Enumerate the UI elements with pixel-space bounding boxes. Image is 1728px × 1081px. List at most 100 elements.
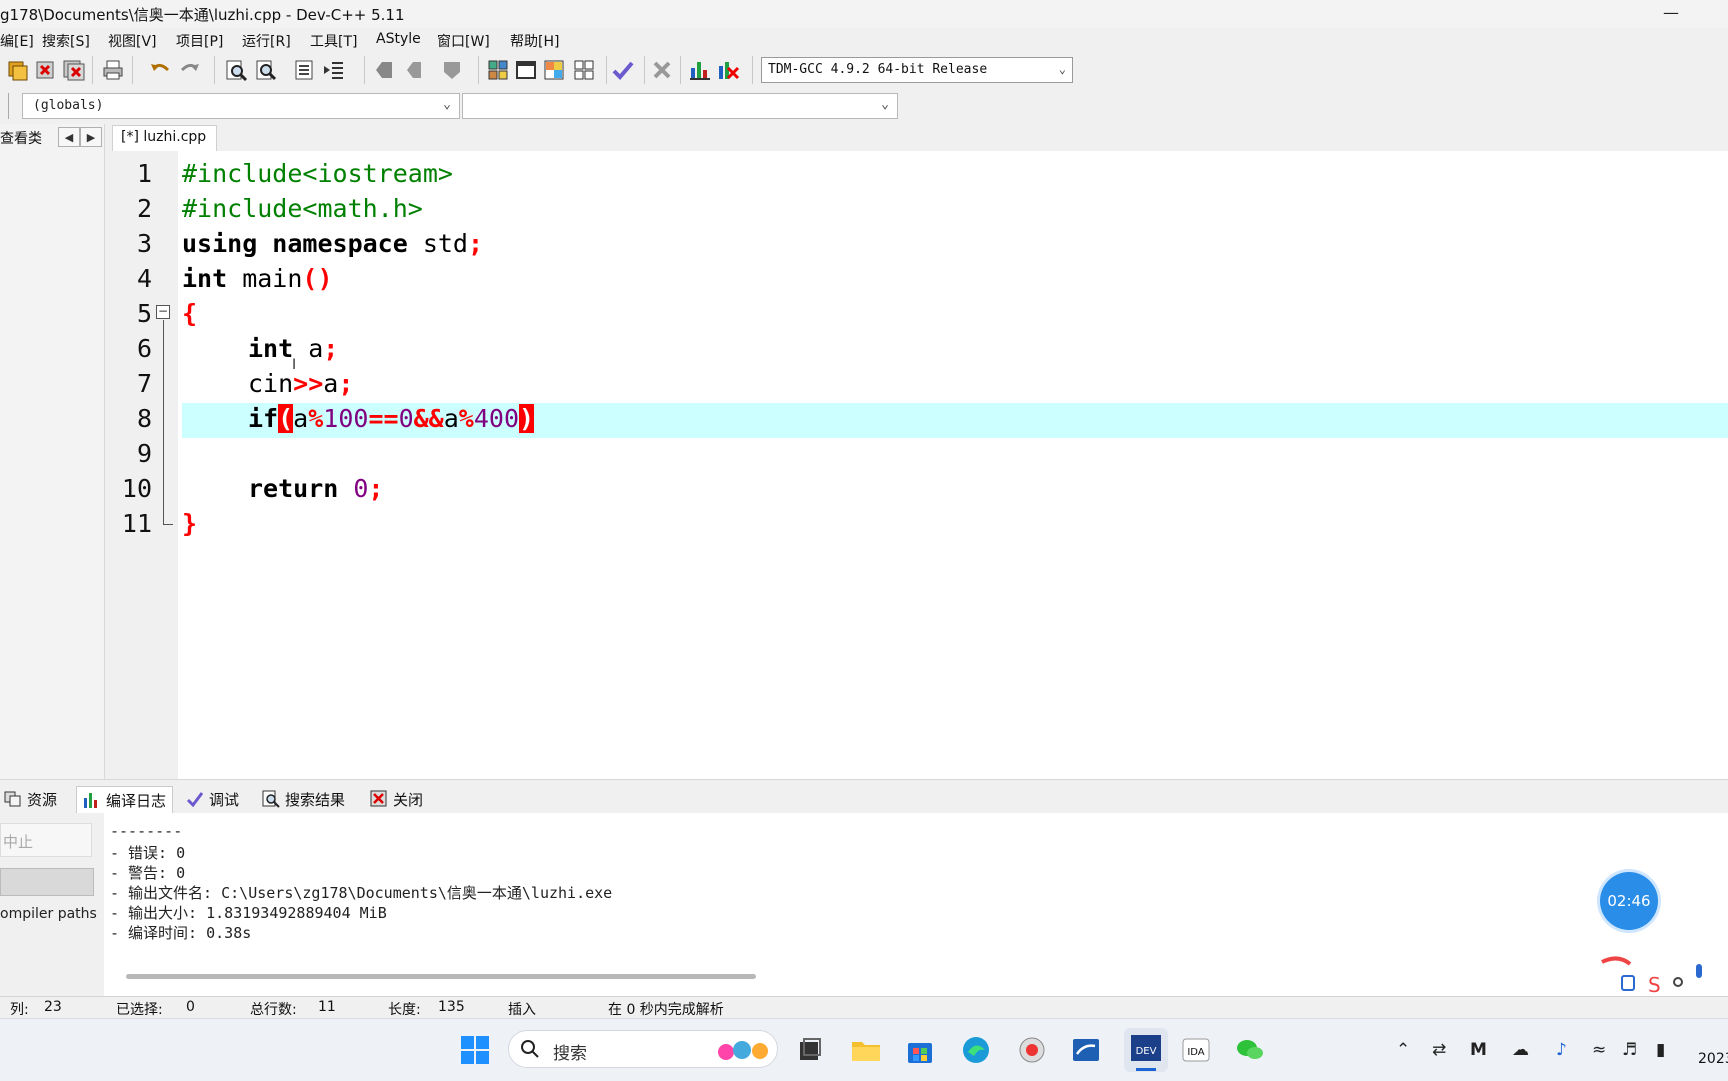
layout-icon[interactable] [542, 58, 566, 82]
tray-m-icon[interactable]: M [1470, 1040, 1487, 1060]
save-all-icon[interactable] [6, 58, 30, 82]
recording-timer[interactable]: 02:46 [1600, 872, 1658, 930]
devcpp-taskbar-button[interactable]: DEV [1124, 1028, 1168, 1072]
undo-icon[interactable] [148, 58, 172, 82]
abort-compile-button[interactable]: 中止 [0, 823, 92, 857]
start-button[interactable] [459, 1034, 491, 1066]
tile-icon[interactable] [572, 58, 596, 82]
redo-icon[interactable] [178, 58, 202, 82]
tray-overflow-icon[interactable]: ⌃ [1396, 1040, 1410, 1060]
whiteboard-icon[interactable] [1070, 1034, 1102, 1066]
code-token: int [182, 264, 228, 293]
menu-astyle[interactable]: AStyle [376, 31, 421, 47]
status-selected-label: 已选择: [116, 1002, 163, 1018]
line-number: 10 [121, 474, 152, 503]
tab-search-results[interactable]: 搜索结果 [262, 786, 345, 812]
file-explorer-icon[interactable] [850, 1034, 882, 1066]
close-file-icon[interactable] [34, 58, 58, 82]
code-line-11: } [182, 509, 197, 538]
log-horizontal-scrollbar[interactable] [126, 974, 756, 979]
goto-line-icon[interactable] [292, 58, 316, 82]
fold-guide [163, 320, 164, 524]
menu-tools[interactable]: 工具[T] [310, 31, 357, 51]
code-token: #include<iostream> [182, 159, 453, 188]
code-token: a [443, 404, 459, 433]
task-view-icon[interactable] [794, 1034, 826, 1066]
tray-transfer-icon[interactable]: ⇄ [1432, 1040, 1446, 1060]
line-number: 4 [136, 264, 152, 293]
tab-scroll-right-button[interactable]: ▶ [80, 127, 102, 147]
code-line-8: if(a%100==0&&a%400) [248, 404, 535, 433]
menu-search[interactable]: 搜索[S] [42, 31, 90, 51]
code-line-7: cin>>a; [248, 369, 353, 398]
tab-close[interactable]: 关闭 [370, 786, 423, 812]
recorder-icon[interactable] [1016, 1034, 1048, 1066]
svg-text:DEV: DEV [1136, 1046, 1157, 1057]
taskbar-clock[interactable]: 2023 [1698, 1051, 1728, 1067]
line-number: 9 [136, 439, 152, 468]
replace-icon[interactable] [254, 58, 278, 82]
tab-debug[interactable]: 调试 [186, 786, 239, 812]
window-title: g178\Documents\信奥一本通\luzhi.cpp - Dev-C++… [0, 6, 405, 24]
fold-toggle-icon[interactable]: − [156, 305, 170, 319]
bookmark-next-icon[interactable] [401, 58, 425, 82]
microsoft-store-icon[interactable] [904, 1034, 936, 1066]
tab-scroll-left-button[interactable]: ◀ [58, 127, 80, 147]
battery-icon[interactable]: ▮ [1656, 1040, 1665, 1060]
find-icon[interactable] [224, 58, 248, 82]
ime-toolbar[interactable]: S [1600, 954, 1728, 997]
code-token: ; [368, 474, 384, 503]
minimize-button[interactable]: — [1648, 0, 1694, 28]
close-all-icon[interactable] [62, 58, 86, 82]
menu-window[interactable]: 窗口[W] [437, 31, 490, 51]
toolbar-separator [214, 56, 215, 84]
code-token: using namespace [182, 229, 408, 258]
tab-luzhi-cpp[interactable]: [*] luzhi.cpp [112, 125, 218, 151]
tab-class-view[interactable]: 查看类 [0, 128, 42, 148]
log-line: - 输出文件名: C:\Users\zg178\Documents\信奥一本通\… [110, 884, 613, 902]
code-line-5: { [182, 299, 197, 328]
tab-label: 调试 [209, 790, 240, 809]
tab-resources[interactable]: 资源 [4, 786, 57, 812]
menu-edit[interactable]: 编[E] [0, 31, 34, 51]
toggle-comment-icon[interactable] [440, 58, 464, 82]
edge-browser-icon[interactable] [960, 1034, 992, 1066]
text-cursor-icon: I [292, 357, 297, 373]
onedrive-icon[interactable]: ☁ [1512, 1040, 1529, 1060]
chart-icon[interactable] [688, 58, 712, 82]
wifi-icon[interactable]: ≈ [1592, 1040, 1606, 1060]
code-token: 0 [338, 474, 369, 503]
indent-icon[interactable] [322, 58, 346, 82]
check-icon[interactable] [611, 58, 635, 82]
line-number: 2 [136, 194, 152, 223]
bookmark-prev-icon[interactable] [372, 58, 396, 82]
wechat-icon[interactable] [1234, 1034, 1266, 1066]
toolbar-grip [8, 93, 9, 119]
member-combo[interactable]: ⌄ [462, 93, 898, 119]
status-selected-value: 0 [186, 999, 195, 1015]
microphone-icon[interactable]: ♪ [1556, 1040, 1567, 1060]
line-number: 3 [136, 229, 152, 258]
menu-view[interactable]: 视图[V] [108, 31, 157, 51]
code-line-4: int main() [182, 264, 333, 293]
tab-compile-log[interactable]: 编译日志 [76, 786, 174, 813]
menu-help[interactable]: 帮助[H] [510, 31, 559, 51]
code-token: >> [293, 369, 324, 398]
compiler-select[interactable]: TDM-GCC 4.9.2 64-bit Release ⌄ [761, 57, 1073, 83]
scope-combo[interactable]: (globals) ⌄ [22, 93, 460, 119]
stop-icon[interactable] [650, 58, 674, 82]
project-grid-icon[interactable] [486, 58, 510, 82]
ide-app-icon[interactable]: IDA [1180, 1034, 1212, 1066]
code-line-10: return 0; [248, 474, 383, 503]
bottom-tab-bar [0, 779, 1728, 814]
menu-project[interactable]: 项目[P] [176, 31, 223, 51]
fullscreen-icon[interactable] [514, 58, 538, 82]
ime-toolbar-icon: S [1601, 956, 1702, 997]
line-number: 11 [121, 509, 152, 538]
print-icon[interactable] [101, 58, 125, 82]
volume-icon[interactable]: ♬ [1622, 1040, 1637, 1060]
compiler-paths-checkbox[interactable]: ompiler paths [0, 906, 97, 922]
delete-profile-icon[interactable] [716, 58, 740, 82]
search-results-icon [262, 790, 280, 808]
menu-run[interactable]: 运行[R] [242, 31, 291, 51]
